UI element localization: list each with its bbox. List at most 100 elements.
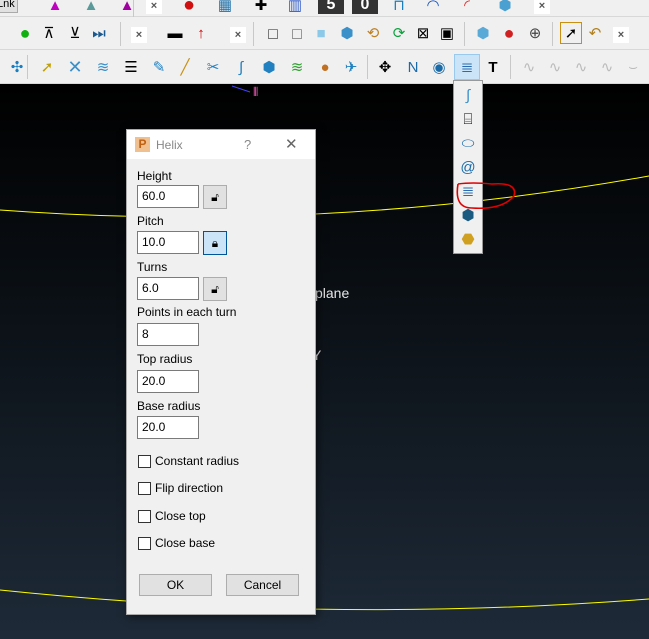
checkbox-box[interactable]	[138, 509, 151, 523]
select-cursor-icon[interactable]: ➚	[560, 22, 582, 44]
top-plane-icon[interactable]: ⊼	[38, 22, 60, 44]
turns-input[interactable]: 6.0	[137, 277, 199, 300]
points-input[interactable]: 8	[137, 323, 199, 346]
viewport-label-plane: plane	[315, 285, 350, 301]
green-dot-icon[interactable]: ●	[14, 22, 36, 44]
checkbox-label: Close top	[155, 509, 206, 523]
turns-lock-button[interactable]: 🔓︎	[203, 277, 227, 301]
wireframe-cube-icon[interactable]: ◻	[262, 22, 284, 44]
toolbar-row-2: ● ⊼ ⊻ ⏭ × ▬ ↑ × ◻ ◻ ■ ⬢ ⟲ ⟳ ⊠ ▣ ⬢ ● ⊕ ➚ …	[0, 18, 649, 50]
arc-icon[interactable]: ◠	[422, 0, 444, 16]
red-arrow-cube-icon[interactable]: ⬢	[336, 22, 358, 44]
frame-curve-icon[interactable]: ⌸	[457, 108, 479, 130]
plane-icon[interactable]: ✈	[340, 56, 362, 78]
block-icon[interactable]: ⬢	[472, 22, 494, 44]
pipe-icon[interactable]: ⬣	[457, 228, 479, 250]
close-toolbar-button[interactable]: ×	[613, 27, 629, 43]
help-button[interactable]: ?	[244, 137, 251, 152]
viewport-curves: ⦀	[0, 85, 649, 611]
pyramid-magenta-icon[interactable]: ▲	[44, 0, 66, 16]
text-icon[interactable]: T	[482, 56, 504, 78]
trim-icon[interactable]: ✂	[202, 56, 224, 78]
hidden-line-cube-icon[interactable]: ◻	[286, 22, 308, 44]
error-icon[interactable]: ●	[178, 0, 200, 16]
box-icon[interactable]: ⬢	[494, 0, 516, 16]
pitch-lock-button[interactable]: 🔒︎	[203, 231, 227, 255]
shaded-cube-icon[interactable]: ■	[310, 22, 332, 44]
ellipse-icon[interactable]: ⬭	[457, 132, 479, 154]
close-toolbar-button[interactable]: ×	[534, 0, 550, 14]
ok-button[interactable]: OK	[139, 574, 212, 596]
ruler-icon[interactable]: ▬	[164, 22, 186, 44]
wave-icon[interactable]: ≋	[92, 56, 114, 78]
height-input[interactable]: 60.0	[137, 185, 199, 208]
extrude-icon[interactable]: ⬢	[258, 56, 280, 78]
sketch-icon[interactable]: ✎	[148, 56, 170, 78]
bottom-plane-icon[interactable]: ⊻	[64, 22, 86, 44]
top-radius-input[interactable]: 20.0	[137, 370, 199, 393]
pyramid-download-icon[interactable]: ▲	[116, 0, 138, 16]
height-lock-button[interactable]: 🔓︎	[203, 185, 227, 209]
pattern-icon[interactable]: ▥	[284, 0, 306, 16]
circle-point-icon[interactable]: ◉	[428, 56, 450, 78]
curve-edit-icon[interactable]: ✕	[64, 56, 86, 78]
skip-end-icon[interactable]: ⏭	[88, 22, 110, 44]
zoom-fit-icon[interactable]: ⊠	[412, 22, 434, 44]
calculator-icon[interactable]: ▦	[214, 0, 236, 16]
zoom-undo-icon[interactable]: ⟲	[362, 22, 384, 44]
points-icon[interactable]: ✥	[374, 56, 396, 78]
normal-arrow-icon[interactable]: ↑	[190, 22, 212, 44]
toolbar-row-3: ✣ ➚ ✕ ≋ ☰ ✎ ╱ ✂ ∫ ⬢ ≋ ● ✈ ✥ N ◉ ≣ T ∿ ∿ …	[0, 51, 649, 84]
dialog-titlebar[interactable]: P Helix ? ✕	[127, 130, 315, 159]
close-toolbar-button[interactable]: ×	[146, 0, 162, 14]
surface-icon[interactable]: ≋	[286, 56, 308, 78]
helix-top-curve	[0, 175, 649, 218]
palette-icon[interactable]: ●	[314, 56, 336, 78]
3d-viewport[interactable]: ⦀ plane Y	[0, 84, 649, 639]
red-highlight-circle	[456, 182, 516, 210]
pin-icon[interactable]: ✚	[250, 0, 272, 16]
refresh-icon[interactable]: ⟳	[388, 22, 410, 44]
spline-icon[interactable]: ∫	[230, 56, 252, 78]
digit-5-icon[interactable]: 5	[318, 0, 344, 14]
checkbox-label: Constant radius	[155, 454, 240, 468]
close-top-checkbox[interactable]: Close top	[138, 509, 206, 523]
close-base-checkbox[interactable]: Close base	[138, 536, 215, 550]
flip-direction-checkbox[interactable]: Flip direction	[138, 481, 223, 495]
close-button[interactable]: ✕	[285, 135, 298, 153]
globe-icon[interactable]: ⊕	[524, 22, 546, 44]
disabled-2-icon: ∿	[548, 58, 562, 76]
cancel-button[interactable]: Cancel	[226, 574, 299, 596]
digit-0-icon[interactable]: 0	[352, 0, 378, 14]
lnk-button[interactable]: Lnk	[0, 0, 18, 13]
pitch-input[interactable]: 10.0	[137, 231, 199, 254]
workplane-icon[interactable]: ✣	[6, 56, 28, 78]
checkbox-box[interactable]	[138, 536, 151, 550]
cursor-mark	[231, 85, 251, 93]
table-icon[interactable]: ☰	[120, 56, 142, 78]
disabled-5-icon: ⌣	[628, 58, 638, 76]
checkbox-box[interactable]	[138, 454, 151, 468]
zoom-box-icon[interactable]: ▣	[436, 22, 458, 44]
line-icon[interactable]: ╱	[174, 56, 196, 78]
toolbar-row-1: Lnk ▲ ▲ ▲ × ● ▦ ✚ ▥ 5 0 ⊓ ◠ ◜ ⬢ ×	[0, 0, 649, 17]
dialog-title: Helix	[156, 138, 183, 152]
spline-curve-icon[interactable]: ∫	[457, 84, 479, 106]
constant-radius-checkbox[interactable]: Constant radius	[138, 454, 239, 468]
color-sphere-icon[interactable]: ●	[498, 22, 520, 44]
polyline-icon[interactable]: N	[402, 56, 424, 78]
pyramid-teal-icon[interactable]: ▲	[80, 0, 102, 16]
close-toolbar-button[interactable]: ×	[131, 27, 147, 43]
points-label: Points in each turn	[137, 305, 237, 319]
undo-select-icon[interactable]: ↶	[584, 22, 606, 44]
base-radius-label: Base radius	[137, 399, 201, 413]
dashed-arc-icon[interactable]: ◜	[456, 0, 478, 16]
checkbox-box[interactable]	[138, 481, 151, 495]
helix-icon[interactable]: ≣	[454, 54, 480, 80]
spiral-icon[interactable]: @	[457, 156, 479, 178]
close-toolbar-button[interactable]: ×	[230, 27, 246, 43]
base-radius-input[interactable]: 20.0	[137, 416, 199, 439]
pitch-label: Pitch	[137, 214, 164, 228]
select-icon[interactable]: ➚	[36, 56, 58, 78]
step-icon[interactable]: ⊓	[388, 0, 410, 16]
